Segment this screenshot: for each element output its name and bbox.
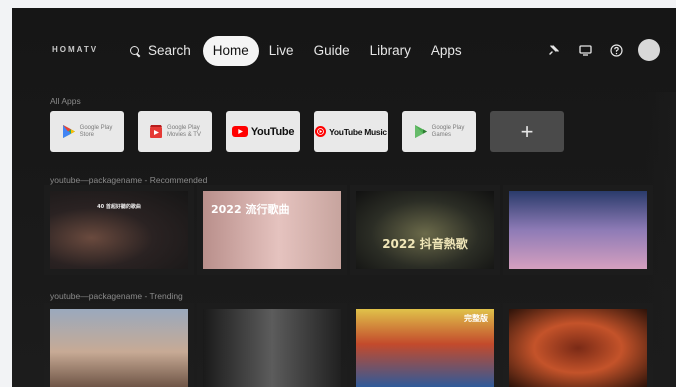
status-icons: [534, 39, 660, 61]
video-thumbnail[interactable]: [50, 309, 188, 387]
brand-logo: HOMATV: [52, 45, 99, 54]
apps-row: Google Play Store Google Play Movies & T…: [50, 111, 578, 152]
app-sub: Movies & TV: [167, 131, 201, 138]
play-store-icon: [62, 125, 75, 138]
play-movies-icon: [150, 124, 163, 138]
tab-live[interactable]: Live: [259, 36, 304, 66]
app-name: Google Play: [79, 124, 113, 131]
app-google-play-games[interactable]: Google Play Games: [402, 111, 476, 152]
add-app-button[interactable]: +: [490, 111, 564, 152]
video-thumbnail[interactable]: 2022 流行歌曲: [203, 191, 341, 269]
thumb-title: 完整版: [464, 314, 488, 323]
recommended-row: 40 首超好聽的歌曲 2022 流行歌曲 2022 抖音熱歌: [50, 191, 662, 269]
youtube-music-icon: [315, 126, 327, 137]
thumb-title: 2022 流行歌曲: [211, 203, 290, 216]
help-icon[interactable]: [605, 39, 627, 61]
main-nav: Search Home Live Guide Library Apps: [120, 36, 472, 66]
app-google-play-store[interactable]: Google Play Store: [50, 111, 124, 152]
tv-home-screen: HOMATV Search Home Live Guide Library Ap…: [12, 8, 676, 387]
youtube-icon: [231, 126, 248, 137]
edge-fade: [646, 92, 676, 387]
app-youtube[interactable]: YouTube: [226, 111, 300, 152]
plus-icon: +: [520, 118, 534, 144]
video-thumbnail[interactable]: 40 首超好聽的歌曲: [50, 191, 188, 269]
app-sub: Games: [431, 131, 451, 138]
app-name: Google Play: [431, 124, 465, 131]
tv-icon[interactable]: [574, 39, 596, 61]
app-name: Google Play: [167, 124, 200, 131]
video-thumbnail[interactable]: [509, 309, 647, 387]
thumb-title: 2022 抖音熱歌: [382, 237, 468, 251]
search-icon: [130, 45, 141, 57]
nav-search[interactable]: Search: [120, 36, 203, 66]
app-name: YouTube Music: [329, 126, 387, 137]
recommended-label: youtube—packagename - Recommended: [50, 175, 208, 185]
trending-label: youtube—packagename - Trending: [50, 291, 183, 301]
play-games-icon: [414, 125, 427, 138]
app-google-play-movies[interactable]: Google Play Movies & TV: [138, 111, 212, 152]
app-youtube-music[interactable]: YouTube Music: [314, 111, 388, 152]
nav-search-label: Search: [148, 43, 191, 58]
tab-home[interactable]: Home: [202, 36, 259, 66]
video-thumbnail[interactable]: 2022 抖音熱歌: [356, 191, 494, 269]
video-thumbnail[interactable]: [203, 309, 341, 387]
video-thumbnail[interactable]: [509, 191, 647, 269]
all-apps-label: All Apps: [50, 96, 81, 106]
avatar[interactable]: [638, 39, 660, 61]
thumb-title: 40 首超好聽的歌曲: [97, 204, 141, 210]
app-sub: Store: [79, 131, 94, 138]
top-navigation-bar: HOMATV Search Home Live Guide Library Ap…: [12, 8, 676, 92]
tab-library[interactable]: Library: [360, 36, 421, 66]
tab-guide[interactable]: Guide: [304, 36, 360, 66]
app-name: YouTube: [250, 125, 295, 138]
input-source-icon[interactable]: [543, 39, 565, 61]
tab-apps[interactable]: Apps: [421, 36, 472, 66]
trending-row: 完整版: [50, 309, 662, 387]
video-thumbnail[interactable]: 完整版: [356, 309, 494, 387]
